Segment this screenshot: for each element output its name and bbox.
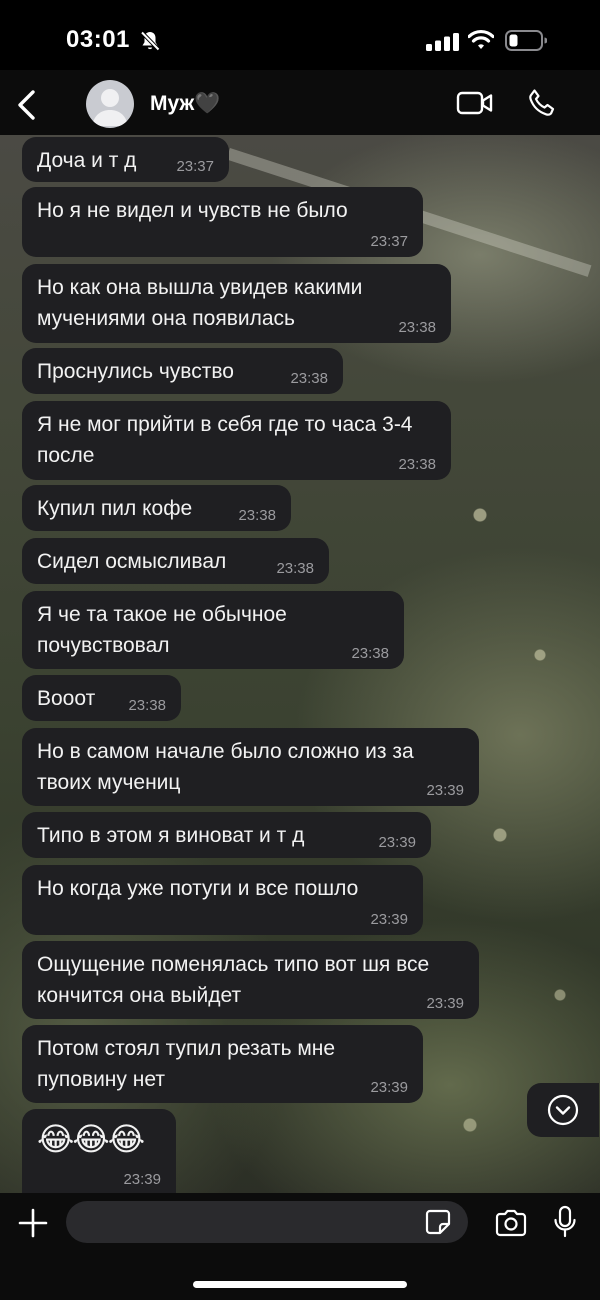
plus-icon[interactable] — [18, 1208, 48, 1238]
message-text: Сидел осмысливал — [37, 550, 227, 573]
message-text: Купил пил кофе — [37, 497, 193, 520]
avatar-placeholder-icon — [92, 89, 128, 126]
message-time: 23:39 — [370, 911, 408, 928]
chat-header: Муж🖤 — [0, 70, 600, 135]
message-text: Доча и т д — [37, 149, 137, 172]
message-time: 23:39 — [370, 1079, 408, 1096]
message-bubble[interactable]: Ощущение поменялась типо вот шя все конч… — [22, 941, 479, 1019]
message-bubble[interactable]: Я че та такое не обычное почувствовал 23… — [22, 591, 404, 669]
message-time: 23:38 — [351, 645, 389, 662]
message-bubble[interactable]: Но когда уже потуги и все пошло 23:39 — [22, 865, 423, 935]
message-bubble[interactable]: Проснулись чувство 23:38 — [22, 348, 343, 394]
message-bubble[interactable]: Но как она вышла увидев какими мучениями… — [22, 264, 451, 343]
message-time: 23:39 — [426, 995, 464, 1012]
scroll-to-bottom-button[interactable] — [527, 1083, 599, 1137]
message-text: Но когда уже потуги и все пошло — [37, 877, 359, 900]
status-clock: 03:01 — [66, 26, 130, 53]
message-input[interactable] — [66, 1201, 468, 1243]
message-text: Проснулись чувство — [37, 360, 234, 383]
message-time: 23:38 — [290, 370, 328, 387]
message-bubble[interactable]: Потом стоял тупил резать мне пуповину не… — [22, 1025, 423, 1103]
message-bubble[interactable]: Доча и т д 23:37 — [22, 137, 229, 182]
message-text: Ощущение поменялась типо вот шя все конч… — [37, 953, 430, 1007]
message-time: 23:38 — [238, 507, 276, 524]
message-text: Но я не видел и чувств не было — [37, 199, 348, 222]
message-bubble[interactable]: Но в самом начале было сложно из за твои… — [22, 728, 479, 806]
message-time: 23:39 — [123, 1171, 161, 1188]
message-time: 23:38 — [276, 560, 314, 577]
camera-icon[interactable] — [494, 1209, 528, 1237]
message-time: 23:39 — [426, 782, 464, 799]
message-time: 23:39 — [378, 834, 416, 851]
message-bubble[interactable]: Сидел осмысливал 23:38 — [22, 538, 329, 584]
battery-icon — [505, 30, 547, 51]
home-indicator — [193, 1281, 407, 1288]
contact-name[interactable]: Муж🖤 — [150, 92, 220, 116]
message-bubble[interactable]: 😂😂😂 23:39 — [22, 1109, 176, 1195]
message-text: Вооот — [37, 687, 96, 710]
message-time: 23:37 — [176, 158, 214, 175]
message-text: Потом стоял тупил резать мне пуповину не… — [37, 1037, 336, 1091]
message-text: Но в самом начале было сложно из за твои… — [37, 740, 414, 794]
message-time: 23:38 — [398, 319, 436, 336]
message-bubble[interactable]: Вооот 23:38 — [22, 675, 181, 721]
bell-off-icon — [140, 31, 160, 51]
contact-avatar[interactable] — [86, 80, 134, 128]
message-bubble[interactable]: Купил пил кофе 23:38 — [22, 485, 291, 531]
message-time: 23:38 — [128, 697, 166, 714]
message-text: Но как она вышла увидев какими мучениями… — [37, 276, 363, 330]
wifi-icon — [468, 29, 494, 49]
sticker-icon[interactable] — [425, 1209, 451, 1235]
microphone-icon[interactable] — [553, 1205, 577, 1239]
message-text: 😂😂😂 — [37, 1121, 145, 1157]
message-text: Типо в этом я виноват и т д — [37, 824, 305, 847]
chevron-down-icon — [547, 1094, 579, 1126]
status-bar: 03:01 — [0, 0, 600, 70]
back-arrow-icon[interactable] — [14, 88, 40, 122]
phone-call-icon[interactable] — [526, 87, 558, 119]
message-bubble[interactable]: Но я не видел и чувств не было 23:37 — [22, 187, 423, 257]
message-time: 23:37 — [370, 233, 408, 250]
message-bubble[interactable]: Типо в этом я виноват и т д 23:39 — [22, 812, 431, 858]
message-text: Я че та такое не обычное почувствовал — [37, 603, 287, 657]
message-bubble[interactable]: Я не мог прийти в себя где то часа 3-4 п… — [22, 401, 451, 480]
signal-icon — [426, 33, 459, 51]
video-call-icon[interactable] — [456, 90, 494, 116]
message-text: Я не мог прийти в себя где то часа 3-4 п… — [37, 413, 413, 467]
composer-bar — [0, 1193, 600, 1300]
message-time: 23:38 — [398, 456, 436, 473]
